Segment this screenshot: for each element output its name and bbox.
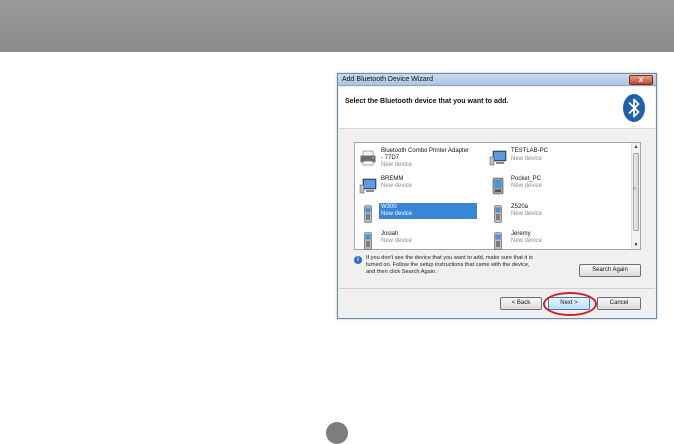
scroll-thumb[interactable] [633, 153, 639, 231]
scroll-up-arrow-icon[interactable]: ▲ [632, 143, 640, 151]
phone-icon [364, 205, 372, 223]
title-bar: Add Bluetooth Device Wizard x [338, 74, 656, 86]
phone-icon [494, 232, 502, 250]
device-list-scrollbar[interactable]: ▲ ≡ ▼ [631, 143, 640, 249]
pda-icon [492, 177, 504, 195]
page-marker-dot [326, 422, 348, 444]
device-name: Jeremy [511, 231, 531, 237]
info-line: If you don't see the device that you wan… [366, 255, 533, 261]
bluetooth-logo-icon [623, 94, 645, 122]
info-text: If you don't see the device that you wan… [366, 255, 576, 276]
device-list[interactable]: Bluetooth Combo Printer Adapter - 77D7 N… [354, 142, 641, 250]
device-name: Z520a [511, 204, 529, 210]
window-title: Add Bluetooth Device Wizard [342, 76, 434, 83]
computer-icon [359, 178, 377, 194]
device-name: Josiah [381, 231, 399, 237]
device-status: New device [511, 238, 543, 244]
device-name-cont: - 77D7 [381, 155, 400, 161]
device-status: New device [511, 211, 543, 217]
cancel-button[interactable]: Cancel [597, 297, 641, 310]
scroll-grip-icon: ≡ [633, 186, 636, 192]
scroll-down-arrow-icon[interactable]: ▼ [632, 241, 640, 249]
device-status: New device [511, 156, 543, 162]
computer-icon [489, 150, 507, 166]
device-name: TESTLAB-PC [511, 148, 549, 154]
device-status: New device [381, 183, 413, 189]
device-status: New device [381, 238, 413, 244]
device-item[interactable]: Pocket_PC New device [489, 175, 615, 199]
wizard-header: Select the Bluetooth device that you wan… [339, 87, 655, 129]
device-name: BREMM [381, 176, 404, 182]
device-item[interactable]: TESTLAB-PC New device [489, 147, 615, 171]
device-name: Bluetooth Combo Printer Adapter [381, 148, 470, 154]
device-item-selected[interactable]: W300 New device [359, 203, 485, 227]
device-name: Pocket_PC [511, 176, 542, 182]
add-bluetooth-device-wizard: Add Bluetooth Device Wizard x Select the… [337, 73, 657, 319]
close-icon: x [638, 75, 644, 84]
device-status: New device [381, 162, 413, 168]
printer-icon [360, 150, 376, 166]
info-icon: i [354, 256, 362, 264]
phone-icon [494, 205, 502, 223]
footer-divider [339, 288, 655, 289]
next-button-highlight-ring [543, 292, 597, 316]
back-button[interactable]: < Back [500, 297, 542, 310]
device-item[interactable]: Z520a New device [489, 203, 615, 227]
device-item[interactable]: Josiah New device [359, 230, 485, 254]
device-name: W300 [381, 204, 397, 210]
wizard-instruction: Select the Bluetooth device that you wan… [345, 98, 509, 105]
phone-icon [364, 232, 372, 250]
info-line: turned on. Follow the setup instructions… [366, 262, 530, 268]
close-button[interactable]: x [629, 75, 653, 85]
manual-page: Add Bluetooth Device Wizard x Select the… [0, 0, 674, 444]
page-header-band [0, 0, 674, 52]
device-item[interactable]: Jeremy New device [489, 230, 615, 254]
info-line: and then click Search Again. [366, 269, 437, 275]
device-status: New device [381, 211, 413, 217]
device-item[interactable]: Bluetooth Combo Printer Adapter - 77D7 N… [359, 147, 485, 171]
search-again-button[interactable]: Search Again [579, 264, 641, 277]
device-item[interactable]: BREMM New device [359, 175, 485, 199]
device-status: New device [511, 183, 543, 189]
